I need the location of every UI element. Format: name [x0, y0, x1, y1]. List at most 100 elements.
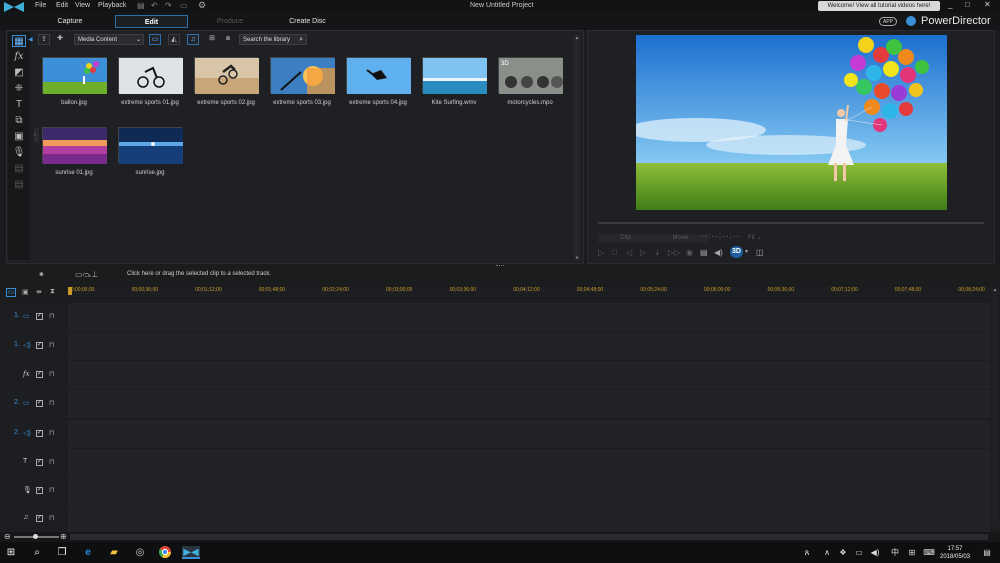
track-manager-icon[interactable]: ▣: [22, 288, 29, 296]
lock-icon[interactable]: ⊓: [49, 341, 54, 349]
minimize-icon[interactable]: _: [948, 0, 952, 9]
timeline-track[interactable]: 1. ▭ ✓ ⊓: [0, 303, 990, 331]
chevron-down-icon[interactable]: ▾: [745, 248, 748, 255]
track-enable-checkbox[interactable]: ✓: [36, 342, 43, 349]
filter-image-icon[interactable]: ◭: [168, 34, 180, 45]
clip-mode-button[interactable]: Clip: [598, 234, 653, 243]
tab-produce[interactable]: Produce: [195, 15, 265, 28]
edge-browser-icon[interactable]: e: [81, 546, 95, 559]
powerdirector-taskbar-icon[interactable]: ▶◀: [182, 546, 200, 559]
timecode[interactable]: - - ; - - ; - - ; - -: [695, 234, 745, 240]
filter-audio-icon[interactable]: ♫: [187, 34, 199, 45]
mark-in-icon[interactable]: ⇣: [654, 248, 661, 257]
audio-mixing-icon[interactable]: ▣: [12, 131, 26, 143]
menu-edit[interactable]: Edit: [56, 2, 68, 9]
track-enable-checkbox[interactable]: ✓: [36, 487, 43, 494]
3d-mode-icon[interactable]: 3D: [730, 246, 743, 258]
track-enable-checkbox[interactable]: ✓: [36, 313, 43, 320]
media-room-icon[interactable]: ▦: [12, 35, 26, 47]
media-thumbnail[interactable]: [118, 57, 183, 94]
particle-room-icon[interactable]: ❈: [12, 83, 26, 95]
track-enable-checkbox[interactable]: ✓: [36, 400, 43, 407]
notifications-icon[interactable]: ▤: [980, 546, 994, 559]
timeline-track[interactable]: 2. ▭ ✓ ⊓: [0, 390, 990, 418]
media-thumbnail[interactable]: 3D: [498, 57, 563, 94]
playhead-marker[interactable]: [68, 287, 72, 295]
media-thumbnail[interactable]: [118, 127, 183, 164]
storyboard-icon[interactable]: ▭⤼⊥: [75, 270, 98, 280]
lock-icon[interactable]: ⊓: [49, 429, 54, 437]
zoom-out-icon[interactable]: ⊖: [4, 532, 11, 541]
view-menu-icon[interactable]: ⧈: [222, 34, 234, 45]
title-room-icon[interactable]: T: [12, 99, 26, 111]
save-icon[interactable]: ▤: [137, 1, 145, 10]
scroll-up-icon[interactable]: ▲: [993, 287, 997, 292]
lock-icon[interactable]: ⊓: [49, 458, 54, 466]
zoom-slider-thumb[interactable]: [33, 534, 38, 539]
chat-icon[interactable]: ◫: [756, 248, 764, 257]
track-view-icon[interactable]: ▭: [6, 288, 16, 297]
track-enable-checkbox[interactable]: ✓: [36, 515, 43, 522]
lock-icon[interactable]: ⊓: [49, 486, 54, 494]
voice-over-icon[interactable]: 🎙: [12, 147, 26, 159]
task-view-icon[interactable]: ❐: [55, 546, 69, 559]
plugin-icon[interactable]: ✚: [54, 34, 66, 45]
horizontal-scrollbar[interactable]: [70, 534, 988, 540]
filter-video-icon[interactable]: ▭: [149, 34, 161, 45]
media-thumbnail[interactable]: [270, 57, 335, 94]
pip-room-icon[interactable]: ◩: [12, 67, 26, 79]
track-enable-checkbox[interactable]: ✓: [36, 430, 43, 437]
lock-icon[interactable]: ⊓: [49, 399, 54, 407]
library-scrollbar[interactable]: ▲ ▼: [574, 35, 580, 260]
clock[interactable]: 17:57 2018/05/03: [938, 545, 972, 561]
timeline-track[interactable]: 🎙 ✓ ⊓: [0, 477, 990, 505]
lock-icon[interactable]: ⊓: [49, 312, 54, 320]
track-area[interactable]: [68, 361, 990, 389]
timeline-ruler[interactable]: 00;00;00;00 00;00;36;00 00;01;12;00 00;01;4…: [68, 287, 990, 297]
dropbox-icon[interactable]: ❖: [836, 546, 850, 559]
import-media-icon[interactable]: ⇪: [38, 34, 50, 45]
stop-icon[interactable]: □: [612, 248, 617, 257]
tutorial-notification[interactable]: Welcome! View all tutorial videos here!: [818, 1, 940, 11]
media-thumbnail[interactable]: [346, 57, 411, 94]
network-icon[interactable]: ▭: [852, 546, 866, 559]
media-thumbnail[interactable]: [422, 57, 487, 94]
fit-select[interactable]: Fit ⌄: [748, 234, 788, 243]
previous-frame-icon[interactable]: ◁: [626, 248, 632, 257]
expand-arrow-icon[interactable]: ›: [34, 128, 39, 142]
media-filter-select[interactable]: Media Content ⌄: [74, 34, 144, 45]
fast-forward-icon[interactable]: ▷▷: [668, 248, 680, 257]
timeline-track[interactable]: ♫ ✓ ⊓: [0, 505, 990, 533]
tab-edit[interactable]: Edit: [115, 15, 188, 28]
chapter-room-icon[interactable]: ▤: [12, 163, 26, 175]
ime-mode-icon[interactable]: ⊞: [905, 546, 919, 559]
timeline-scrollbar[interactable]: ▲: [991, 287, 999, 527]
people-icon[interactable]: ጰ: [800, 546, 814, 559]
account-icon[interactable]: [906, 16, 916, 26]
search-input[interactable]: Search the library ⌕: [239, 34, 307, 45]
ime-language-icon[interactable]: 中: [888, 546, 902, 559]
redo-icon[interactable]: ↷: [165, 1, 172, 10]
preview-canvas[interactable]: [626, 35, 947, 210]
keyboard-icon[interactable]: ⌨: [922, 546, 936, 559]
app-badge[interactable]: APP: [879, 17, 897, 26]
track-area[interactable]: [68, 477, 990, 505]
panel-resize-handle[interactable]: [496, 265, 504, 267]
track-enable-checkbox[interactable]: ✓: [36, 371, 43, 378]
zoom-in-icon[interactable]: ⊕: [60, 532, 67, 541]
track-area[interactable]: [68, 449, 990, 477]
timeline-track[interactable]: 2. ◁) ✓ ⊓: [0, 420, 990, 448]
track-area[interactable]: [68, 390, 990, 418]
menu-file[interactable]: File: [35, 2, 46, 9]
scroll-down-icon[interactable]: ▼: [575, 255, 579, 260]
settings-icon[interactable]: ⚙: [198, 0, 206, 11]
collapse-arrow-icon[interactable]: ◀: [28, 36, 33, 43]
search-icon[interactable]: ⌕: [299, 35, 303, 45]
windows-start-icon[interactable]: ⊞: [4, 546, 18, 559]
volume-icon[interactable]: ◀): [868, 546, 882, 559]
undo-icon[interactable]: ↶: [151, 1, 158, 10]
search-icon[interactable]: ⌕: [30, 546, 44, 559]
snapshot-icon[interactable]: ◉: [686, 248, 693, 257]
maximize-icon[interactable]: □: [965, 0, 970, 9]
grid-view-icon[interactable]: ⊞: [206, 34, 218, 45]
